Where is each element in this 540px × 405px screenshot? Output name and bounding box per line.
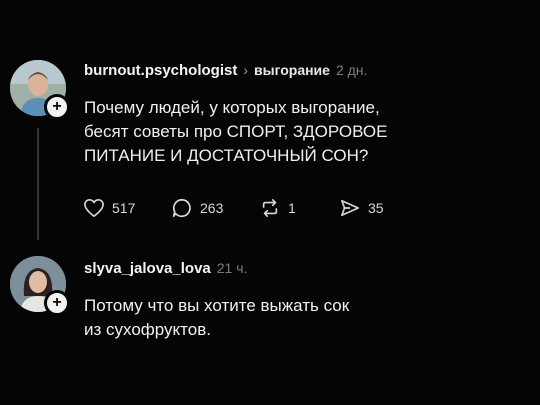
topic-tag[interactable]: выгорание [254, 62, 330, 78]
avatar-slyva[interactable]: + [10, 256, 70, 316]
post-header: burnout.psychologist › выгорание 2 дн. [84, 62, 367, 79]
comment-icon [172, 198, 191, 218]
like-button[interactable]: 517 [83, 198, 171, 218]
reply-header: slyva_jalova_lova 21 ч. [84, 260, 247, 277]
repost-icon [262, 199, 278, 217]
share-button[interactable]: 35 [339, 198, 409, 218]
share-icon [341, 199, 359, 217]
chevron-right-icon: › [243, 62, 248, 78]
repost-count: 1 [288, 200, 296, 216]
heart-icon [84, 199, 104, 217]
post-text: Почему людей, у которых выгорание, бесят… [84, 98, 388, 165]
share-count: 35 [368, 200, 384, 216]
repost-button[interactable]: 1 [259, 198, 339, 218]
timestamp: 21 ч. [216, 260, 248, 276]
thread-line [37, 128, 39, 240]
comment-button[interactable]: 263 [171, 197, 259, 219]
username[interactable]: burnout.psychologist [84, 62, 237, 79]
comment-count: 263 [200, 200, 224, 216]
username[interactable]: slyva_jalova_lova [84, 260, 211, 277]
reply-text: Потому что вы хотите выжать сок из сухоф… [84, 296, 350, 339]
avatar-burnout[interactable]: + [10, 60, 70, 120]
timestamp: 2 дн. [335, 62, 368, 78]
like-count: 517 [112, 200, 136, 216]
follow-plus-icon[interactable]: + [44, 94, 70, 120]
post-actions: 517 263 1 35 [83, 197, 409, 219]
follow-plus-icon[interactable]: + [44, 290, 70, 316]
